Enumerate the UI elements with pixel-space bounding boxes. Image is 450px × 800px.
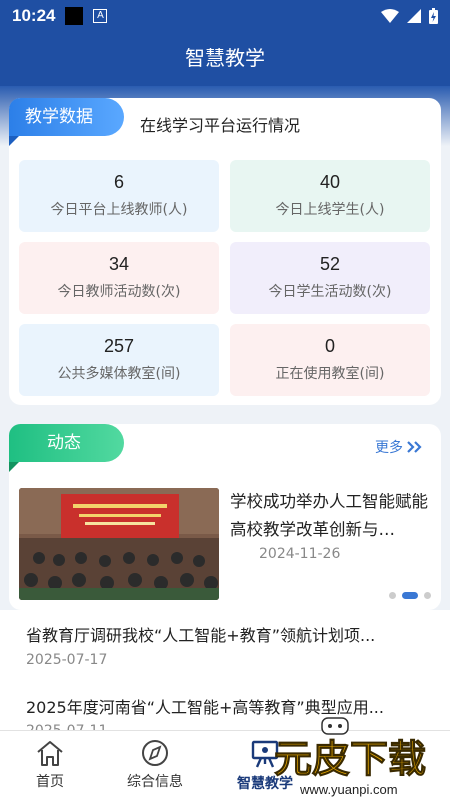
- stat-classrooms-in-use[interactable]: 0 正在使用教室(间): [230, 324, 430, 396]
- teaching-data-card: 教学数据 在线学习平台运行情况 6 今日平台上线教师(人) 40 今日上线学生(…: [9, 98, 441, 405]
- notification-icon: [65, 7, 84, 25]
- list-item-date: 2025-07-11: [26, 723, 107, 730]
- list-item-date: 2025-07-17: [26, 652, 108, 668]
- stat-value: 52: [319, 254, 341, 274]
- double-chevron-right-icon: [407, 441, 422, 453]
- teaching-data-tag: 教学数据: [9, 98, 124, 146]
- carousel-news-title[interactable]: 学校成功举办人工智能赋能高校教学改革创新与…: [230, 488, 430, 544]
- status-bar: 10:24 A: [0, 0, 450, 32]
- battery-icon: [429, 8, 438, 24]
- tab-label: 综合信息: [127, 774, 183, 790]
- stat-value: 34: [108, 254, 130, 274]
- conference-photo: [19, 488, 219, 600]
- svg-text:元皮下载: 元皮下载: [274, 737, 426, 781]
- a-notification-icon: A: [93, 9, 108, 23]
- stat-label: 今日平台上线教师(人): [50, 202, 188, 218]
- stat-label: 正在使用教室(间): [275, 366, 385, 382]
- tab-label: 首页: [36, 774, 64, 790]
- stat-student-activities[interactable]: 52 今日学生活动数(次): [230, 242, 430, 314]
- list-item-title[interactable]: 省教育厅调研我校“人工智能+教育”领航计划项...: [26, 622, 375, 646]
- stat-multimedia-classrooms[interactable]: 257 公共多媒体教室(间): [19, 324, 219, 396]
- stat-label: 公共多媒体教室(间): [57, 366, 181, 382]
- carousel-dot-active[interactable]: [402, 592, 418, 599]
- site-watermark: 元皮下载 www.yuanpi.com: [270, 716, 445, 800]
- carousel-indicator: [389, 592, 431, 599]
- news-photo[interactable]: [19, 488, 219, 600]
- app-header: 智慧教学: [0, 32, 450, 86]
- watermark-logo: 元皮下载 www.yuanpi.com: [274, 717, 427, 797]
- home-icon: [37, 741, 63, 766]
- stat-online-students[interactable]: 40 今日上线学生(人): [230, 160, 430, 232]
- stat-label: 今日教师活动数(次): [57, 284, 181, 300]
- stat-label: 今日学生活动数(次): [268, 284, 392, 300]
- stat-value: 40: [319, 172, 341, 192]
- stat-online-teachers[interactable]: 6 今日平台上线教师(人): [19, 160, 219, 232]
- status-time: 10:24: [12, 6, 56, 25]
- compass-icon: [142, 740, 168, 766]
- news-tag: 动态: [9, 424, 124, 472]
- stat-value: 6: [113, 172, 124, 192]
- more-link[interactable]: 更多: [375, 437, 423, 457]
- signal-icon: [407, 9, 421, 23]
- carousel-dot[interactable]: [389, 592, 396, 599]
- stat-value: 257: [103, 336, 135, 356]
- carousel-news-date: 2024-11-26: [259, 546, 341, 562]
- svg-text:www.yuanpi.com: www.yuanpi.com: [299, 782, 398, 797]
- stat-label: 今日上线学生(人): [275, 202, 385, 218]
- page-title: 智慧教学: [185, 46, 265, 70]
- news-card: 动态 更多 学校成功举办人工智能赋能高校教学改革创新与… 2024-11-26: [9, 424, 441, 610]
- wifi-icon: [381, 9, 399, 23]
- news-list: 省教育厅调研我校“人工智能+教育”领航计划项... 2025-07-17 202…: [0, 610, 450, 730]
- stat-value: 0: [324, 336, 335, 356]
- tab-home[interactable]: 首页: [0, 731, 100, 800]
- more-label: 更多: [375, 440, 403, 456]
- list-item-title[interactable]: 2025年度河南省“人工智能+高等教育”典型应用...: [26, 694, 384, 718]
- teaching-data-subtitle: 在线学习平台运行情况: [140, 116, 301, 135]
- stat-teacher-activities[interactable]: 34 今日教师活动数(次): [19, 242, 219, 314]
- tab-general-info[interactable]: 综合信息: [100, 731, 210, 800]
- carousel-dot[interactable]: [424, 592, 431, 599]
